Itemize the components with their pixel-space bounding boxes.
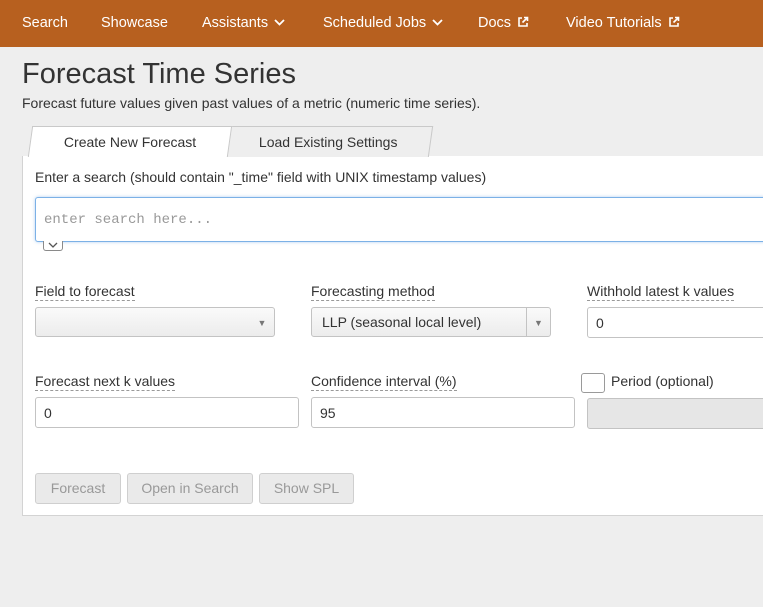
tab-create-new-forecast[interactable]: Create New Forecast (27, 126, 233, 157)
period-label: Period (optional) (611, 373, 714, 389)
withhold-latest-input[interactable] (587, 307, 763, 338)
external-link-icon (668, 16, 679, 27)
withhold-latest-label: Withhold latest k values (587, 283, 735, 301)
tab-label: Load Existing Settings (259, 134, 398, 150)
forecasting-method-select[interactable]: LLP (seasonal local level) ▼ (311, 307, 551, 337)
period-checkbox[interactable] (581, 373, 605, 393)
search-label: Enter a search (should contain "_time" f… (35, 169, 487, 185)
nav-item-label: Scheduled Jobs (323, 15, 427, 31)
chevron-down-icon (48, 242, 58, 248)
nav-item-scheduled-jobs[interactable]: Scheduled Jobs (323, 0, 443, 47)
show-spl-button[interactable]: Show SPL (259, 473, 354, 504)
nav-item-assistants[interactable]: Assistants (202, 0, 285, 47)
chevron-down-icon (274, 19, 285, 26)
field-to-forecast-label: Field to forecast (35, 283, 135, 301)
nav-item-docs[interactable]: Docs (478, 0, 529, 47)
nav-item-label: Search (22, 15, 68, 31)
field-to-forecast-select[interactable]: ▼ (35, 307, 275, 337)
search-expand-toggle[interactable] (43, 241, 63, 251)
dropdown-arrow-icon: ▼ (257, 318, 267, 328)
nav-item-showcase[interactable]: Showcase (101, 0, 168, 47)
search-input[interactable] (36, 198, 763, 241)
nav-item-label: Video Tutorials (566, 15, 662, 31)
chevron-down-icon (432, 19, 443, 26)
dropdown-arrow-icon: ▼ (526, 308, 550, 336)
open-in-search-button[interactable]: Open in Search (127, 473, 253, 504)
page-title: Forecast Time Series (22, 58, 296, 90)
forecast-button[interactable]: Forecast (35, 473, 121, 504)
page-subtitle: Forecast future values given past values… (22, 95, 481, 111)
nav-item-video-tutorials[interactable]: Video Tutorials (566, 0, 680, 47)
confidence-interval-input[interactable] (311, 397, 575, 428)
forecast-next-input[interactable] (35, 397, 299, 428)
confidence-interval-label: Confidence interval (%) (311, 373, 457, 391)
forecast-next-label: Forecast next k values (35, 373, 176, 391)
external-link-icon (518, 16, 529, 27)
select-value: LLP (seasonal local level) (322, 314, 482, 330)
period-input[interactable] (587, 398, 763, 429)
forecasting-method-label: Forecasting method (311, 283, 435, 301)
nav-item-label: Docs (478, 15, 512, 31)
tab-label: Create New Forecast (63, 134, 197, 150)
nav-item-label: Assistants (202, 15, 269, 31)
tab-load-existing-settings[interactable]: Load Existing Settings (223, 126, 434, 157)
nav-item-label: Showcase (101, 15, 168, 31)
top-nav-bar: Search Showcase Assistants Scheduled Job… (0, 0, 763, 47)
search-box (35, 197, 763, 242)
nav-item-search[interactable]: Search (22, 0, 68, 47)
